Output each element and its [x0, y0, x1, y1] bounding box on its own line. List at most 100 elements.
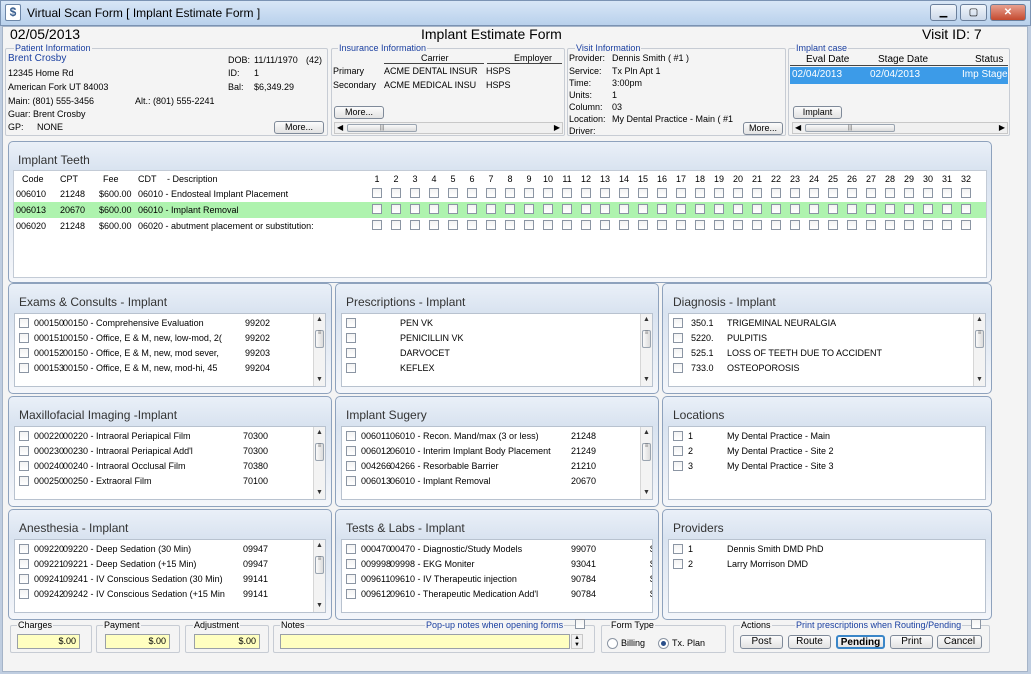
tooth-26-checkbox[interactable]	[847, 204, 857, 214]
panel-vertical-scrollbar[interactable]: ▲ ≡ ▼	[973, 314, 985, 386]
tooth-4-checkbox[interactable]	[429, 204, 439, 214]
scroll-up-icon[interactable]: ▲	[974, 315, 985, 325]
tooth-25-checkbox[interactable]	[828, 204, 838, 214]
list-item-checkbox[interactable]	[346, 446, 356, 456]
scroll-right-icon[interactable]: ▶	[999, 123, 1005, 133]
list-item-checkbox[interactable]	[19, 348, 29, 358]
list-item-checkbox[interactable]	[673, 318, 683, 328]
tooth-13-checkbox[interactable]	[600, 188, 610, 198]
list-item[interactable]: 3 My Dental Practice - Site 3	[669, 459, 973, 474]
tooth-3-checkbox[interactable]	[410, 188, 420, 198]
tooth-2-checkbox[interactable]	[391, 220, 401, 230]
cancel-button[interactable]: Cancel	[937, 635, 982, 649]
list-item-checkbox[interactable]	[346, 559, 356, 569]
scrollbar-thumb[interactable]: ≡	[315, 443, 324, 461]
tooth-12-checkbox[interactable]	[581, 220, 591, 230]
list-item-checkbox[interactable]	[19, 446, 29, 456]
list-item[interactable]: 350.1 TRIGEMINAL NEURALGIA	[669, 316, 973, 331]
tooth-14-checkbox[interactable]	[619, 188, 629, 198]
list-item[interactable]: 006011 06010 - Recon. Mand/max (3 or less…	[342, 429, 640, 444]
scroll-up-icon[interactable]: ▲	[314, 315, 325, 325]
list-item-checkbox[interactable]	[673, 461, 683, 471]
list-item-checkbox[interactable]	[346, 318, 356, 328]
list-item[interactable]: 5220. PULPITIS	[669, 331, 973, 346]
tooth-19-checkbox[interactable]	[714, 204, 724, 214]
tooth-22-checkbox[interactable]	[771, 204, 781, 214]
tooth-23-checkbox[interactable]	[790, 188, 800, 198]
list-item[interactable]: 000220 00220 - Intraoral Periapical Film 7…	[15, 429, 313, 444]
tooth-28-checkbox[interactable]	[885, 220, 895, 230]
tooth-29-checkbox[interactable]	[904, 188, 914, 198]
tooth-8-checkbox[interactable]	[505, 188, 515, 198]
implant-button[interactable]: Implant	[793, 106, 842, 119]
tooth-7-checkbox[interactable]	[486, 220, 496, 230]
tooth-15-checkbox[interactable]	[638, 204, 648, 214]
tooth-11-checkbox[interactable]	[562, 220, 572, 230]
close-button[interactable]: ✕	[990, 4, 1026, 21]
scroll-left-icon[interactable]: ◀	[795, 123, 801, 133]
tooth-23-checkbox[interactable]	[790, 220, 800, 230]
list-item-checkbox[interactable]	[346, 348, 356, 358]
tooth-16-checkbox[interactable]	[657, 220, 667, 230]
tooth-19-checkbox[interactable]	[714, 220, 724, 230]
list-item-checkbox[interactable]	[673, 559, 683, 569]
list-item-checkbox[interactable]	[19, 333, 29, 343]
tooth-6-checkbox[interactable]	[467, 220, 477, 230]
tooth-16-checkbox[interactable]	[657, 204, 667, 214]
tooth-21-checkbox[interactable]	[752, 220, 762, 230]
tooth-32-checkbox[interactable]	[961, 220, 971, 230]
scroll-down-icon[interactable]: ▼	[314, 601, 325, 611]
list-item-checkbox[interactable]	[346, 476, 356, 486]
tooth-6-checkbox[interactable]	[467, 188, 477, 198]
scroll-down-icon[interactable]: ▼	[641, 375, 652, 385]
list-item[interactable]: 006012 06010 - Interim Implant Body Place…	[342, 444, 640, 459]
tooth-13-checkbox[interactable]	[600, 220, 610, 230]
maximize-button[interactable]: ▢	[960, 4, 987, 21]
tooth-24-checkbox[interactable]	[809, 220, 819, 230]
tooth-1-checkbox[interactable]	[372, 204, 382, 214]
scrollbar-thumb[interactable]: ≡	[315, 330, 324, 348]
tooth-27-checkbox[interactable]	[866, 220, 876, 230]
implant-case-horizontal-scrollbar[interactable]: ◀ ||| ▶	[792, 122, 1008, 134]
list-item[interactable]: 009612 09610 - Therapeutic Medication Add…	[342, 587, 652, 602]
tooth-21-checkbox[interactable]	[752, 204, 762, 214]
tooth-3-checkbox[interactable]	[410, 204, 420, 214]
list-item-checkbox[interactable]	[19, 559, 29, 569]
list-item[interactable]: 009220 09220 - Deep Sedation (30 Min) 0994…	[15, 542, 313, 557]
teeth-row[interactable]: 006010 21248 $600.00 06010 - Endosteal Impl…	[14, 186, 986, 202]
scroll-up-icon[interactable]: ▲	[314, 541, 325, 551]
list-item[interactable]: PEN VK	[342, 316, 640, 331]
list-item[interactable]: 000240 00240 - Intraoral Occlusal Film 703…	[15, 459, 313, 474]
tooth-8-checkbox[interactable]	[505, 204, 515, 214]
tooth-17-checkbox[interactable]	[676, 188, 686, 198]
tooth-17-checkbox[interactable]	[676, 220, 686, 230]
tooth-27-checkbox[interactable]	[866, 204, 876, 214]
scrollbar-thumb[interactable]: |||	[805, 124, 895, 132]
scroll-up-icon[interactable]: ▲	[314, 428, 325, 438]
minimize-button[interactable]: ▁	[930, 4, 957, 21]
list-item[interactable]: 009221 09221 - Deep Sedation (+15 Min) 099…	[15, 557, 313, 572]
tooth-31-checkbox[interactable]	[942, 188, 952, 198]
list-item[interactable]: 1 My Dental Practice - Main	[669, 429, 973, 444]
tooth-14-checkbox[interactable]	[619, 220, 629, 230]
list-item-checkbox[interactable]	[19, 544, 29, 554]
tooth-29-checkbox[interactable]	[904, 220, 914, 230]
panel-vertical-scrollbar[interactable]: ▲ ≡ ▼	[313, 540, 325, 612]
list-item-checkbox[interactable]	[673, 348, 683, 358]
tooth-11-checkbox[interactable]	[562, 204, 572, 214]
list-item[interactable]: PENICILLIN VK	[342, 331, 640, 346]
list-item[interactable]: 000153 00150 - Office, E & M, new, mod-hi…	[15, 361, 313, 376]
list-item[interactable]: 000230 00230 - Intraoral Periapical Add'l…	[15, 444, 313, 459]
scrollbar-thumb[interactable]: ≡	[315, 556, 324, 574]
implant-case-row[interactable]: 02/04/2013 02/04/2013 Imp Stage	[790, 67, 1008, 84]
list-item-checkbox[interactable]	[346, 431, 356, 441]
tooth-9-checkbox[interactable]	[524, 204, 534, 214]
list-item-checkbox[interactable]	[346, 461, 356, 471]
list-item-checkbox[interactable]	[673, 333, 683, 343]
tooth-30-checkbox[interactable]	[923, 204, 933, 214]
tooth-26-checkbox[interactable]	[847, 188, 857, 198]
teeth-row[interactable]: 006020 21248 $600.00 06020 - abutment place…	[14, 218, 986, 234]
pending-button[interactable]: Pending	[836, 635, 885, 649]
tooth-2-checkbox[interactable]	[391, 188, 401, 198]
tooth-10-checkbox[interactable]	[543, 188, 553, 198]
